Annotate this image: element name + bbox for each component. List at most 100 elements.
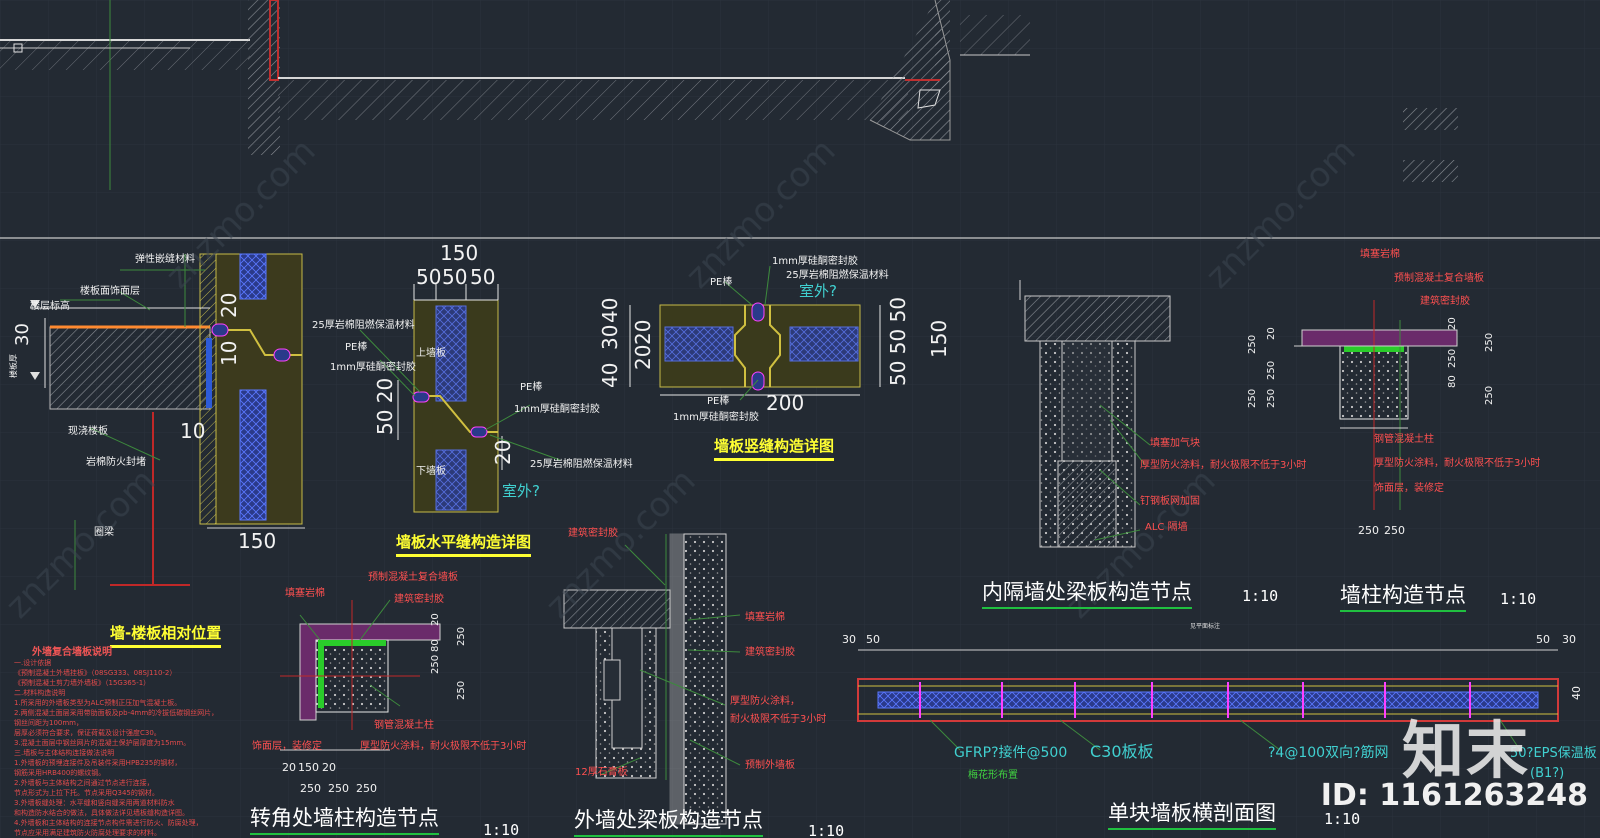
lbl-finish-1: 饰面层，装修定	[1374, 481, 1444, 494]
dim-150-vj: 150	[927, 320, 951, 358]
lbl-pe-rod-2: PE棒	[520, 380, 542, 393]
lbl-precast-ext: 预制外墙板	[745, 758, 795, 771]
lbl-floor-thick: 楼板厚	[8, 354, 18, 378]
lbl-precast-1: 预制混凝土复合墙板	[1394, 271, 1484, 284]
lbl-rock-wool-25c: 25厚岩棉阻燃保温材料	[786, 268, 889, 281]
image-id: ID: 1161263248	[1320, 778, 1588, 813]
notes-lines: 一.设计依据 《预制混凝土外墙挂板》（08SG333、08SJ110-2） 《预制混…	[14, 658, 224, 838]
dim-250-cc-b: 250	[328, 782, 349, 795]
notes-line: 钢筋采用HRB400的螺纹钢。	[14, 769, 106, 777]
dim-250-wc-i: 250	[1484, 386, 1495, 405]
lbl-nail-mesh: 钉钢板网加固	[1140, 494, 1200, 507]
dim-50-sp-a: 50	[866, 633, 880, 646]
notes-heading: 外墙复合墙板说明	[32, 647, 112, 658]
dim-505050: 50 50 50	[886, 297, 910, 386]
dim-250-cc-e: 250	[456, 627, 467, 646]
title-horizontal-joint: 墙板水平缝构造详图	[396, 531, 532, 557]
dim-150-bottom: 150	[238, 529, 276, 553]
brand-logo: 知末	[1401, 714, 1530, 787]
title-vertical-joint-text: 墙板竖缝构造详图	[714, 437, 835, 455]
dim-10-a: 10	[180, 419, 205, 443]
dim-250-wc-b: 250	[1384, 524, 1405, 537]
lbl-sealant-1: 建筑密封胶	[1420, 294, 1470, 307]
lbl-pe-rod-4: PE棒	[707, 394, 729, 407]
lbl-plum: 梅花形布置	[968, 768, 1018, 781]
lbl-sealant-3: 建筑密封胶	[568, 526, 618, 539]
lbl-c30: C30板板	[1090, 742, 1154, 761]
notes-line: 节点形式为上拉下托。节点采用Q345的钢材。	[14, 789, 159, 797]
title-exterior-beam-text: 外墙处梁板构造节点	[574, 808, 763, 832]
lbl-silicone-3: 1mm厚硅酮密封胶	[772, 254, 858, 267]
lbl-outdoor-1: 室外?	[799, 282, 837, 300]
lbl-sealant-2: 建筑密封胶	[394, 592, 444, 605]
lbl-floor-finish: 楼板面饰面层	[80, 284, 140, 297]
dim-250-wc-f: 250	[1266, 389, 1277, 408]
notes-line: 《预制混凝土剪力墙外墙板》（15G365-1）	[14, 679, 151, 687]
title-horizontal-joint-text: 墙板水平缝构造详图	[396, 533, 532, 551]
scale-wall-column: 1:10	[1500, 590, 1537, 608]
lbl-ring-beam: 圈梁	[94, 525, 114, 538]
notes-line: 2.两侧混凝土面层采用带肋面板及pb-4mm的冷拔低碳钢丝网片，钢丝间距为100…	[14, 709, 219, 727]
scale-exterior-beam: 1:10	[808, 822, 845, 838]
cad-vector-layer: znzmo.com znzmo.com znzmo.com znzmo.com …	[0, 0, 1600, 838]
dim-20-wf: 20	[217, 293, 241, 318]
dim-250-wc-a: 250	[1358, 524, 1379, 537]
lbl-silicone-1: 1mm厚硅酮密封胶	[330, 360, 416, 373]
cad-drawing-canvas[interactable]: { "drawing": { "titles": { "wall_floor_p…	[0, 0, 1600, 838]
dim-20-cc: 20	[282, 761, 296, 774]
notes-block: 外墙复合墙板说明 一.设计依据 《预制混凝土外墙挂板》（08SG333、08SJ1…	[14, 648, 224, 838]
title-interior-wall: 内隔墙处梁板构造节点	[982, 582, 1192, 609]
lbl-rebar-mesh: ?4@100双向?筋网	[1268, 744, 1389, 761]
title-wall-floor: 墙-楼板相对位置	[110, 622, 222, 648]
title-single-panel: 单块墙板横剖面图	[1108, 801, 1276, 830]
dim-20-wc-b: 20	[1447, 317, 1458, 330]
notes-line: 3.外墙板缝处理：水平缝和竖向缝采用两道材料防水	[14, 799, 175, 807]
lbl-fill-rock-1: 填塞岩棉	[1360, 247, 1400, 260]
lbl-fire-coat-2: 厚型防火涂料，耐火极限不低于3小时	[1374, 456, 1540, 469]
dim-20-vj-a: 20	[631, 345, 655, 370]
dim-20-hj: 20	[491, 440, 515, 465]
title-single-panel-text: 单块墙板横剖面图	[1108, 801, 1276, 825]
dim-50-b: 50	[442, 265, 467, 289]
dim-200: 200	[766, 391, 804, 415]
dim-250-cc-d: 250	[430, 655, 441, 674]
scale-corner-column: 1:10	[483, 821, 520, 838]
dim-250-cc-a: 250	[300, 782, 321, 795]
dim-250-cc-c: 250	[356, 782, 377, 795]
dim-20-wc-a: 20	[1266, 327, 1277, 340]
notes-line: 1.外墙板的预埋连接件及吊装件采用HPB235的钢材，	[14, 759, 182, 767]
lbl-finish-2: 饰面层，装修定	[252, 739, 322, 752]
lbl-rock-wool-fire: 岩棉防火封堵	[86, 455, 146, 468]
lbl-gfrp: GFRP?接件@500	[954, 744, 1067, 761]
notes-line: 4.外墙板和主体结构的连接节点构件需进行防火、防腐处理，	[14, 819, 203, 827]
dim-80-wc: 80	[1447, 375, 1458, 388]
title-corner-column: 转角处墙柱构造节点	[250, 806, 439, 835]
notes-line: 和构造防水结合的做法，具体做法详见墙板缝构造详图。	[14, 809, 189, 817]
dim-10-b: 10	[217, 341, 241, 366]
title-corner-column-text: 转角处墙柱构造节点	[250, 806, 439, 830]
lbl-gypsum: 12厚石膏板	[575, 765, 628, 778]
title-wall-floor-text: 墙-楼板相对位置	[110, 624, 222, 642]
dim-20-cc-b: 20	[322, 761, 336, 774]
dim-150-top: 150	[440, 241, 478, 265]
notes-line: 三.墙板与主体结构连接做法说明	[14, 749, 115, 757]
lbl-elastic-seal: 弹性嵌缝材料	[135, 252, 195, 265]
lbl-upper-panel: 上墙板	[416, 346, 446, 359]
lbl-precast-2: 预制混凝土复合墙板	[368, 570, 458, 583]
dim-80-cc: 80	[430, 639, 441, 652]
dim-250-wc-h: 250	[1484, 333, 1495, 352]
lbl-fill-rock-3: 填塞岩棉	[745, 610, 785, 623]
lbl-outdoor-2: 室外?	[502, 482, 540, 500]
lbl-steel-col-1: 钢管混凝土柱	[1374, 432, 1434, 445]
dim-20-vj-b: 20	[631, 320, 655, 345]
dim-30-wf: 30	[12, 323, 33, 346]
lbl-fill-block: 填塞加气块	[1150, 436, 1200, 449]
lbl-tiny: 见平面标注	[1190, 622, 1220, 630]
notes-line: 3.混凝土面层中钢丝网片的混凝土保护层厚度为15mm。	[14, 739, 191, 747]
dim-20-cc-c: 20	[430, 613, 441, 626]
lbl-sealant-4: 建筑密封胶	[745, 645, 795, 658]
dim-30-sp-a: 30	[842, 633, 856, 646]
dim-250-wc-d: 250	[1247, 389, 1258, 408]
scale-interior-wall: 1:10	[1242, 587, 1279, 605]
notes-line: 2.外墙板与主体结构之间通过节点进行连接，	[14, 779, 154, 787]
